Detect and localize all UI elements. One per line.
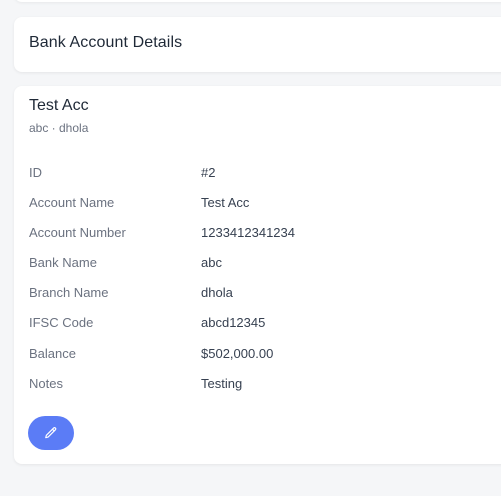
page-header-card: Bank Account Details [14,17,501,72]
detail-label: ID [29,165,42,180]
detail-value: abc [201,255,222,271]
detail-row-account-number: Account Number 1233412341234 [29,224,489,254]
detail-row-balance: Balance $502,000.00 [29,345,489,375]
edit-button[interactable] [28,416,74,450]
page-title: Bank Account Details [29,34,183,51]
detail-row-bank-name: Bank Name abc [29,254,489,284]
detail-value: #2 [201,165,216,180]
detail-label: Bank Name [29,255,97,271]
detail-value: 1233412341234 [201,225,295,241]
detail-value: abcd12345 [201,315,266,331]
detail-value: $502,000.00 [201,345,274,361]
account-title: Test Acc [29,97,89,114]
detail-row-ifsc-code: IFSC Code abcd12345 [29,314,489,344]
detail-row-account-name: Account Name Test Acc [29,194,489,224]
pencil-icon [45,427,57,439]
detail-value: Testing [201,375,243,391]
detail-row-notes: Notes Testing [29,375,489,405]
detail-label: Account Number [29,225,126,241]
detail-label: Notes [29,375,63,391]
detail-label: IFSC Code [29,315,94,331]
detail-row-id: ID #2 [29,164,489,194]
detail-label: Balance [29,345,76,361]
account-detail-card: Test Acc abc · dhola ID #2 Account Name … [14,86,501,464]
detail-label: Branch Name [29,285,109,301]
details-list: ID #2 Account Name Test Acc Account Numb… [29,164,489,405]
account-subtitle: abc · dhola [29,121,89,135]
detail-value: dhola [201,285,233,301]
previous-card-edge [14,0,501,2]
detail-value: Test Acc [201,195,250,211]
detail-row-branch-name: Branch Name dhola [29,284,489,314]
detail-label: Account Name [29,195,115,211]
